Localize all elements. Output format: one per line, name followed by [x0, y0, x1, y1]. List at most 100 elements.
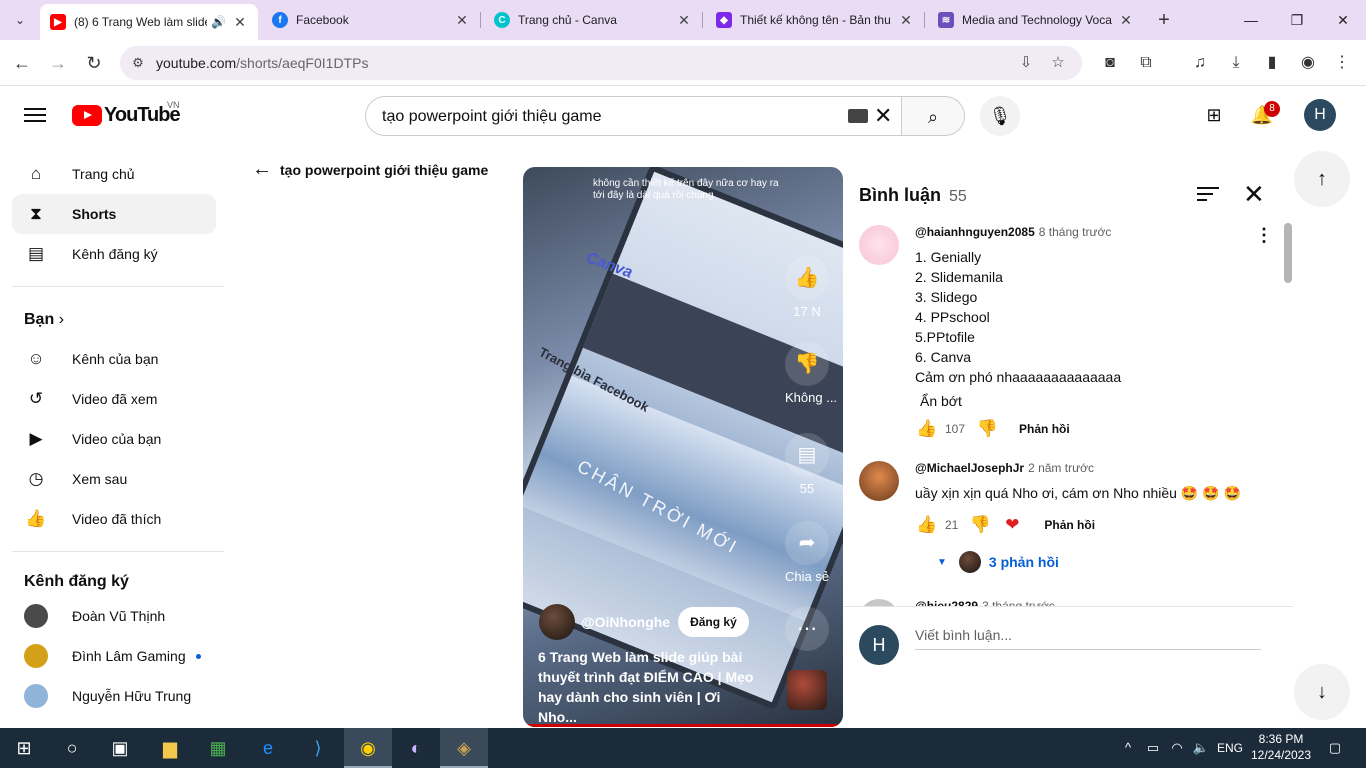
sidebar-sub-doan-vu-thinh[interactable]: Đoàn Vũ Thịnh	[12, 596, 216, 636]
close-tab-icon[interactable]: ✕	[454, 12, 470, 29]
search-input[interactable]: tạo powerpoint giới thiệu game ✕	[365, 96, 901, 136]
reply-button[interactable]: Phản hồi	[1019, 422, 1070, 436]
league-of-legends-icon[interactable]: ◈	[440, 728, 488, 768]
keyboard-icon[interactable]	[848, 109, 868, 123]
tab-search-icon[interactable]: ⌄	[8, 8, 32, 32]
eclipse-icon[interactable]: ◐	[392, 728, 440, 768]
comment-input[interactable]: Viết bình luận...	[915, 627, 1261, 650]
profile-icon[interactable]: ◉	[1296, 51, 1320, 75]
sidebar-item-home[interactable]: ⌂ Trang chủ	[12, 154, 216, 194]
close-tab-icon[interactable]: ✕	[898, 12, 914, 29]
show-hidden-icons-icon[interactable]: ^	[1118, 728, 1138, 768]
create-video-icon[interactable]: ⊞	[1201, 102, 1227, 128]
site-info-icon[interactable]: ⚙	[128, 53, 148, 73]
close-window-icon[interactable]: ✕	[1320, 0, 1366, 40]
tab-facebook[interactable]: f Facebook ✕	[262, 4, 480, 36]
like-button[interactable]: 👍 17 N	[785, 256, 829, 319]
comment-like-icon[interactable]: 👍	[915, 419, 939, 439]
task-view-icon[interactable]: ▣	[96, 728, 144, 768]
share-button[interactable]: ➦ Chia sẻ	[785, 521, 829, 584]
previous-short-button[interactable]: ↑	[1294, 151, 1350, 207]
comment-author[interactable]: @MichaelJosephJr 2 năm trước	[915, 461, 1094, 475]
sidebar-item-shorts[interactable]: ⧗ Shorts	[12, 194, 216, 234]
commenter-avatar[interactable]	[859, 225, 899, 265]
channel-name[interactable]: @OiNhonghe	[581, 614, 670, 630]
menu-hamburger-icon[interactable]	[24, 104, 46, 126]
address-bar[interactable]: ⚙ youtube.com/shorts/aeqF0I1DTPs ⇩ ☆	[120, 46, 1082, 80]
back-to-search[interactable]: ← tạo powerpoint giới thiệu game	[252, 158, 488, 181]
sidebar-item-subscriptions[interactable]: ▤ Kênh đăng ký	[12, 234, 216, 274]
reply-button[interactable]: Phản hồi	[1044, 518, 1095, 532]
subscribe-button[interactable]: Đăng ký	[678, 607, 749, 637]
tab-youtube[interactable]: ▶ (8) 6 Trang Web làm slide 🔊 ✕	[40, 4, 258, 40]
show-less-link[interactable]: Ẩn bớt	[920, 391, 1121, 411]
file-explorer-icon[interactable]: ▆	[146, 728, 194, 768]
battery-icon[interactable]: ▭	[1142, 728, 1164, 768]
audio-thumbnail[interactable]	[787, 670, 827, 710]
downloads-icon[interactable]: ⤓	[1224, 51, 1248, 75]
taskbar-clock[interactable]: 8:36 PM 12/24/2023	[1250, 731, 1312, 763]
sidebar-item-history[interactable]: ↺ Video đã xem	[12, 379, 216, 419]
clear-search-icon[interactable]: ✕	[874, 103, 892, 129]
new-tab-icon[interactable]: +	[1152, 8, 1176, 32]
sidebar-you-heading[interactable]: Bạn ›	[24, 311, 64, 329]
sort-comments-icon[interactable]	[1197, 183, 1221, 207]
view-replies-button[interactable]: ▼ 3 phản hồi	[937, 551, 1059, 573]
chrome-icon[interactable]: ◉	[344, 728, 392, 768]
extensions-puzzle-icon[interactable]: ⧉	[1134, 51, 1158, 75]
close-tab-icon[interactable]: ✕	[676, 12, 692, 29]
comments-scrollbar[interactable]	[1284, 223, 1292, 283]
sidebar-item-watch-later[interactable]: ◷ Xem sau	[12, 459, 216, 499]
video-title[interactable]: 6 Trang Web làm slide giúp bài thuyết tr…	[538, 647, 758, 727]
tab-canva-design[interactable]: ◆ Thiết kế không tên - Bản thu ✕	[706, 4, 924, 36]
tab-media-vocab[interactable]: ≋ Media and Technology Voca ✕	[928, 4, 1144, 36]
sidebar-item-your-channel[interactable]: ☺ Kênh của bạn	[12, 339, 216, 379]
bookmark-star-icon[interactable]: ☆	[1048, 53, 1068, 73]
vscode-icon[interactable]: ⟩	[294, 728, 342, 768]
comment-author[interactable]: @haianhnguyen2085 8 tháng trước	[915, 225, 1111, 239]
commenter-avatar[interactable]	[859, 461, 899, 501]
close-tab-icon[interactable]: ✕	[1118, 12, 1134, 29]
video-progress-bar[interactable]	[523, 724, 843, 727]
extension-record-icon[interactable]: ◙	[1098, 51, 1122, 75]
channel-avatar[interactable]	[539, 604, 575, 640]
more-options-button[interactable]: ⋯	[785, 607, 829, 651]
next-short-button[interactable]: ↓	[1294, 664, 1350, 720]
shorts-video-player[interactable]: không cần thiết kế trên đây nữa cơ hay r…	[523, 167, 843, 727]
comment-dislike-icon[interactable]: 👎	[975, 419, 999, 439]
wifi-icon[interactable]: ◠	[1166, 728, 1188, 768]
close-tab-icon[interactable]: ✕	[232, 14, 248, 31]
comment-more-icon[interactable]: ⋮	[1255, 225, 1273, 246]
back-icon[interactable]: ←	[10, 51, 34, 75]
side-panel-icon[interactable]: ▮	[1260, 51, 1284, 75]
media-control-icon[interactable]: ♫	[1188, 51, 1212, 75]
forward-icon[interactable]: →	[46, 51, 70, 75]
windows-start-icon[interactable]: ⊞	[0, 728, 48, 768]
store-icon[interactable]: ▦	[194, 728, 242, 768]
speaker-icon[interactable]: 🔊	[211, 15, 226, 29]
close-comments-icon[interactable]: ✕	[1243, 179, 1265, 210]
volume-icon[interactable]: 🔈	[1190, 728, 1212, 768]
restore-icon[interactable]: ❐	[1274, 0, 1320, 40]
install-app-icon[interactable]: ⇩	[1016, 53, 1036, 73]
browser-menu-icon[interactable]: ⋮	[1330, 51, 1354, 75]
comment-dislike-icon[interactable]: 👎	[968, 515, 992, 535]
sidebar-item-your-videos[interactable]: ▶ Video của bạn	[12, 419, 216, 459]
cortana-search-icon[interactable]: ○	[48, 728, 96, 768]
minimize-icon[interactable]: —	[1228, 0, 1274, 40]
input-language[interactable]: ENG	[1214, 728, 1246, 768]
sidebar-item-liked-videos[interactable]: 👍 Video đã thích	[12, 499, 216, 539]
dislike-button[interactable]: 👎 Không ...	[785, 342, 837, 405]
tab-canva-home[interactable]: C Trang chủ - Canva ✕	[484, 4, 702, 36]
sidebar-sub-dinh-lam-gaming[interactable]: Đình Lâm Gaming	[12, 636, 216, 676]
edge-icon[interactable]: e	[244, 728, 292, 768]
notification-center-icon[interactable]: ▢	[1320, 728, 1350, 768]
youtube-logo[interactable]: YouTube VN	[72, 100, 181, 127]
account-avatar[interactable]: H	[1304, 99, 1336, 131]
voice-search-button[interactable]: 🎙	[980, 96, 1020, 136]
comments-button[interactable]: ▤ 55	[785, 433, 829, 496]
reload-icon[interactable]: ↻	[82, 51, 106, 75]
search-button[interactable]: ⌕	[901, 96, 965, 136]
sidebar-sub-nguyen-huu-trung[interactable]: Nguyễn Hữu Trung	[12, 676, 216, 716]
comment-like-icon[interactable]: 👍	[915, 515, 939, 535]
